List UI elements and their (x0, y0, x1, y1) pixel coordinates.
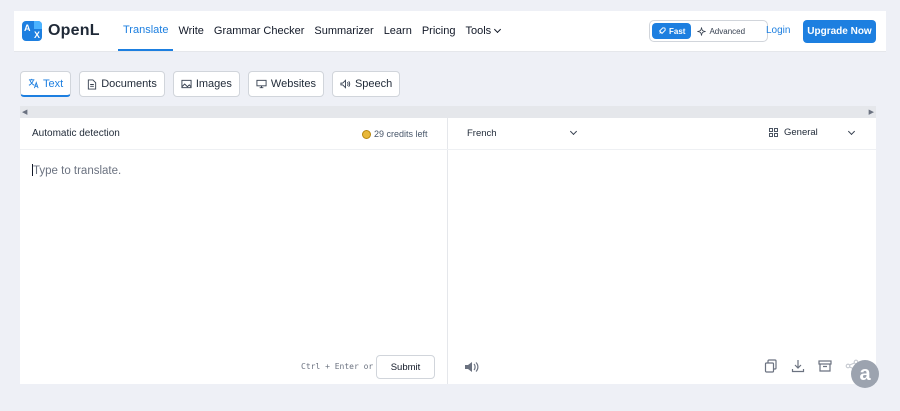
submit-shortcut-hint: Ctrl + Enter or (301, 362, 374, 371)
nav-summarizer[interactable]: Summarizer (309, 11, 378, 51)
rocket-icon (658, 27, 666, 35)
target-language-select[interactable]: French (467, 128, 497, 139)
input-type-tabs: Text Documents Images Websites Speech (20, 71, 401, 97)
volume-icon (465, 362, 479, 372)
mode-toggle: Fast Advanced (649, 20, 768, 42)
document-icon (88, 78, 97, 90)
scroll-left-icon[interactable]: ◀ (22, 108, 27, 116)
tab-documents[interactable]: Documents (79, 71, 165, 97)
source-text-input[interactable]: Type to translate. (32, 164, 121, 177)
nav-write[interactable]: Write (173, 11, 208, 51)
archive-icon[interactable] (818, 359, 832, 373)
scroll-right-icon[interactable]: ▶ (869, 108, 874, 116)
nav-translate[interactable]: Translate (118, 11, 174, 51)
openl-logo-icon: A X (22, 21, 42, 41)
panel-divider (447, 118, 448, 384)
tab-text[interactable]: Text (20, 71, 72, 97)
login-link[interactable]: Login (766, 25, 790, 36)
brand-name: OpenL (48, 22, 100, 39)
submit-button[interactable]: Submit (376, 355, 435, 379)
source-language-select[interactable]: Automatic detection (32, 128, 120, 139)
listen-translation-button[interactable] (464, 360, 479, 378)
nav-tools-label: Tools (465, 25, 492, 37)
mode-fast-label: Fast (669, 26, 686, 36)
top-navbar: A X OpenL Translate Write Grammar Checke… (14, 11, 886, 52)
tab-websites[interactable]: Websites (247, 71, 324, 97)
mode-fast-button[interactable]: Fast (652, 23, 692, 39)
style-select[interactable]: General (769, 127, 818, 138)
header-divider (20, 149, 876, 150)
tab-websites-label: Websites (270, 78, 316, 90)
image-icon (181, 79, 192, 89)
speaker-icon (340, 79, 351, 89)
target-language-chevron-icon[interactable] (569, 127, 578, 136)
watermark-logo: a (851, 360, 879, 388)
tab-documents-label: Documents (101, 78, 157, 90)
nav-pricing[interactable]: Pricing (417, 11, 461, 51)
brand-logo[interactable]: A X OpenL (22, 21, 100, 41)
coin-icon (362, 129, 371, 139)
horizontal-scrollbar[interactable]: ◀ ▶ (20, 106, 876, 118)
translate-icon (28, 78, 39, 89)
sparkle-icon (697, 26, 707, 36)
upgrade-button[interactable]: Upgrade Now (803, 20, 876, 43)
credits-label: 29 credits left (374, 129, 428, 139)
nav-learn[interactable]: Learn (379, 11, 417, 51)
grid-icon (769, 128, 778, 137)
source-placeholder: Type to translate. (33, 165, 122, 177)
nav-tools[interactable]: Tools (460, 11, 505, 51)
style-chevron-icon[interactable] (847, 127, 856, 136)
credits-badge[interactable]: 29 credits left (358, 126, 432, 142)
mode-advanced-label: Advanced (709, 26, 746, 36)
main-nav: Translate Write Grammar Checker Summariz… (118, 11, 505, 51)
nav-grammar-checker[interactable]: Grammar Checker (209, 11, 309, 51)
tab-speech-label: Speech (354, 78, 393, 90)
chevron-down-icon (494, 25, 502, 34)
monitor-icon (256, 79, 267, 89)
tab-text-label: Text (43, 77, 64, 90)
style-label: General (784, 127, 818, 138)
tab-images[interactable]: Images (172, 71, 240, 97)
translation-panel: Automatic detection 29 credits left Type… (20, 118, 876, 384)
download-icon[interactable] (791, 359, 805, 373)
copy-icon[interactable] (764, 359, 778, 373)
tab-images-label: Images (195, 78, 232, 90)
mode-advanced-button[interactable]: Advanced (695, 26, 746, 36)
tab-speech[interactable]: Speech (331, 71, 401, 97)
output-actions (764, 359, 859, 373)
